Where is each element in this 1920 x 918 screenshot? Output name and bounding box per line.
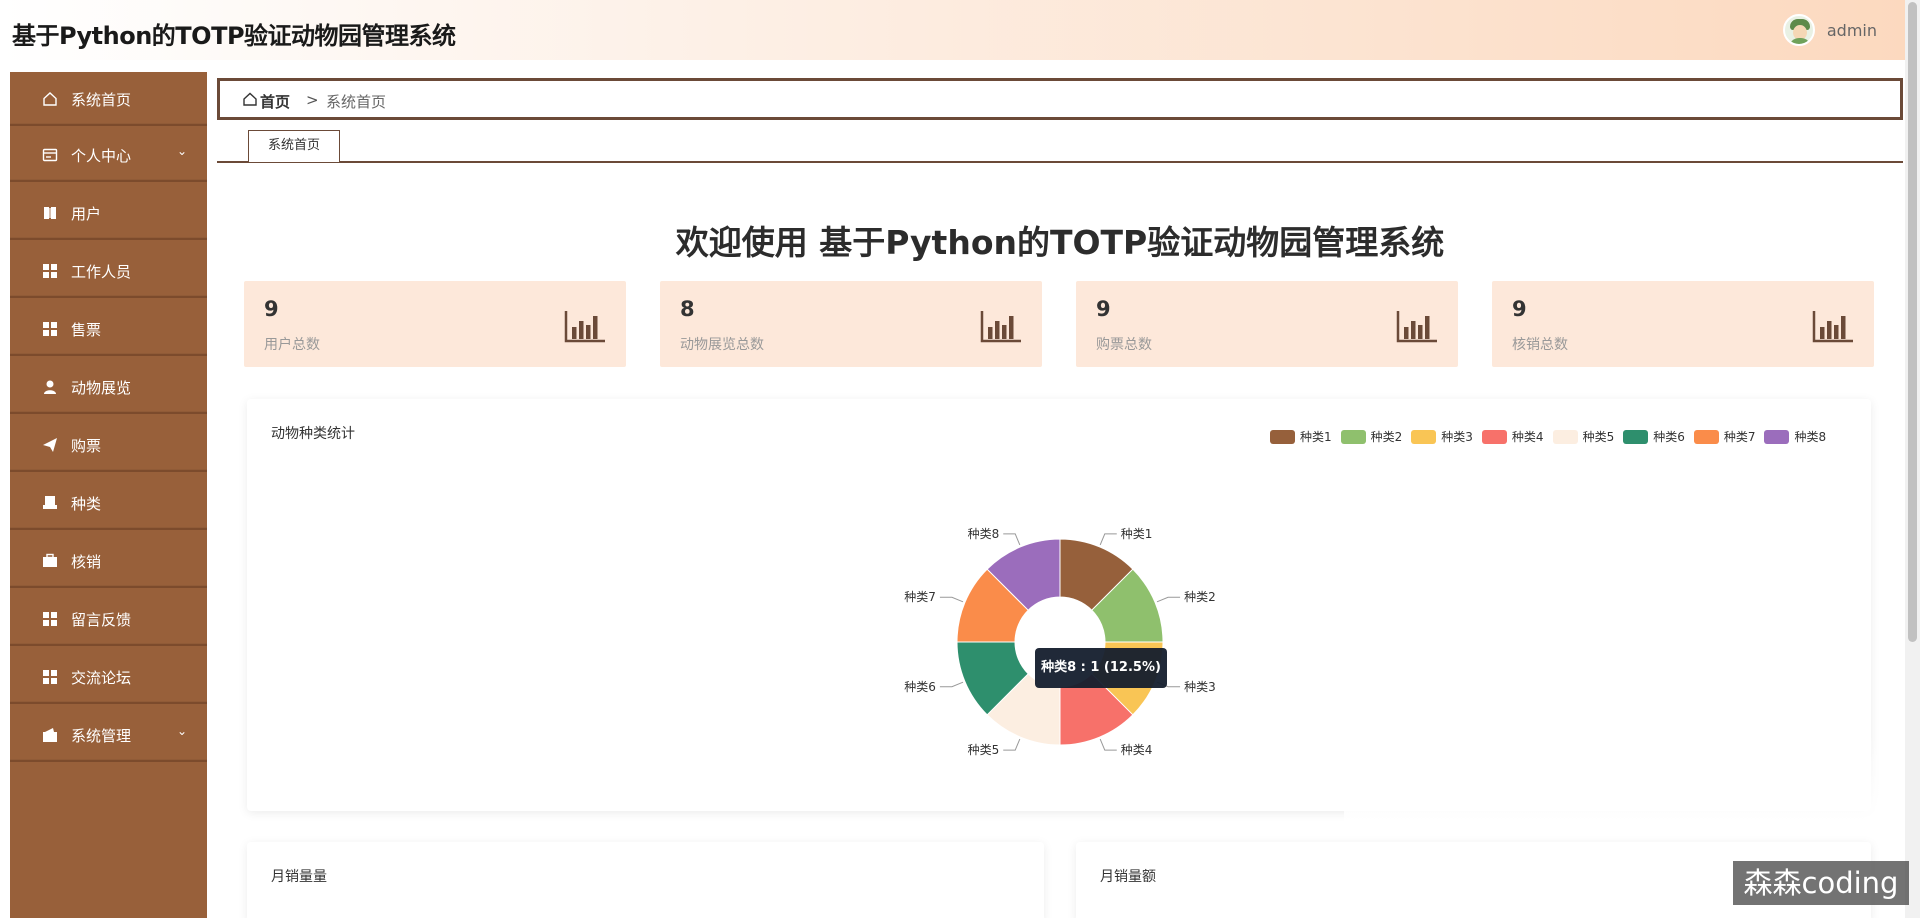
sidebar-item-label: 售票 (71, 321, 102, 339)
card-title: 月销量额 (1100, 869, 1156, 885)
sidebar-item-label: 系统首页 (71, 91, 132, 109)
sidebar-item-user[interactable]: 用户 (10, 186, 207, 240)
app-title: 基于Python的TOTP验证动物园管理系统 (12, 22, 456, 50)
label-leader-line (939, 681, 964, 688)
slice-label: 种类6 (904, 680, 936, 694)
sidebar-item-home[interactable]: 系统首页 (10, 72, 207, 126)
sidebar-item-label: 交流论坛 (71, 669, 132, 687)
slice-label: 种类2 (1184, 590, 1216, 604)
stat-label: 用户总数 (264, 337, 320, 353)
grid-icon (43, 670, 57, 684)
tab-home[interactable]: 系统首页 (248, 130, 340, 162)
person-icon (44, 380, 56, 394)
chevron-down-icon[interactable]: ⌄ (177, 144, 187, 158)
sidebar-item-label: 购票 (71, 437, 102, 455)
scrollbar-thumb[interactable] (1908, 2, 1917, 642)
stat-card-exhibitions: 8 动物展览总数 (660, 281, 1042, 367)
slice-label: 种类7 (904, 590, 936, 604)
sidebar-item-label: 动物展览 (71, 379, 132, 397)
vertical-scrollbar[interactable] (1905, 0, 1920, 918)
stat-value: 9 (264, 297, 279, 321)
bar-chart-icon (980, 311, 1021, 343)
label-leader-line (1003, 533, 1021, 546)
grid-icon (43, 322, 57, 336)
tabs-underline (217, 161, 1903, 163)
home-icon (43, 92, 57, 106)
sidebar-item-personal-center[interactable]: 个人中心 ⌄ (10, 128, 207, 182)
wallet-icon (43, 728, 57, 742)
app-header: 基于Python的TOTP验证动物园管理系统 admin (0, 0, 1905, 60)
sidebar-item-ticket-sales[interactable]: 售票 (10, 302, 207, 356)
breadcrumb-current: 系统首页 (326, 93, 387, 111)
breadcrumb-separator: > (306, 91, 319, 109)
sidebar-item-forum[interactable]: 交流论坛 (10, 650, 207, 704)
bar-chart-icon (1396, 311, 1437, 343)
slice-label: 种类4 (1121, 743, 1153, 757)
printer-icon (43, 496, 57, 509)
slice-label: 种类8 (968, 527, 1000, 541)
sidebar-item-label: 工作人员 (71, 263, 132, 281)
chevron-down-icon[interactable]: ⌄ (177, 724, 187, 738)
avatar[interactable] (1782, 14, 1815, 46)
stat-label: 动物展览总数 (680, 337, 764, 353)
grid-icon (43, 264, 57, 278)
sidebar-item-label: 留言反馈 (71, 611, 132, 629)
briefcase-icon (43, 553, 57, 567)
stat-card-verifications: 9 核销总数 (1492, 281, 1874, 367)
label-leader-line (1003, 738, 1021, 751)
welcome-heading: 欢迎使用 基于Python的TOTP验证动物园管理系统 (675, 223, 1445, 262)
chart-tooltip: 种类8 : 1 (12.5%) (1035, 648, 1167, 688)
label-leader-line (1156, 596, 1181, 603)
stat-card-users: 9 用户总数 (244, 281, 626, 367)
slice-label: 种类3 (1184, 680, 1216, 694)
bar-chart-icon (564, 311, 605, 343)
label-leader-line (939, 596, 964, 603)
sidebar-item-label: 种类 (71, 495, 102, 513)
label-leader-line (1099, 533, 1117, 546)
id-card-icon (42, 148, 58, 162)
sidebar-item-label: 核销 (71, 553, 102, 571)
home-icon[interactable] (242, 91, 258, 107)
stat-label: 购票总数 (1096, 337, 1152, 353)
slice-label: 种类1 (1121, 527, 1153, 541)
monthly-sales-volume-card: 月销量量 (247, 842, 1044, 918)
sidebar-item-label: 个人中心 (71, 147, 132, 165)
stat-label: 核销总数 (1512, 337, 1568, 353)
book-icon (44, 207, 56, 219)
sidebar-item-ticket-purchase[interactable]: 购票 (10, 418, 207, 472)
grid-icon (43, 612, 57, 626)
slice-label: 种类5 (968, 743, 1000, 757)
sidebar-item-label: 用户 (71, 205, 102, 223)
watermark: 森森coding (1733, 861, 1909, 905)
label-leader-line (1099, 738, 1117, 751)
sidebar-item-staff[interactable]: 工作人员 (10, 244, 207, 298)
sidebar-item-category[interactable]: 种类 (10, 476, 207, 530)
sidebar-item-verification[interactable]: 核销 (10, 534, 207, 588)
stat-value: 8 (680, 297, 695, 321)
card-title: 月销量量 (271, 869, 327, 885)
breadcrumb-home-link[interactable]: 首页 (260, 91, 290, 112)
stat-card-purchases: 9 购票总数 (1076, 281, 1458, 367)
sidebar-item-system-management[interactable]: 系统管理 ⌄ (10, 708, 207, 762)
sidebar-item-label: 系统管理 (71, 727, 132, 745)
bar-chart-icon (1812, 311, 1853, 343)
sidebar-item-feedback[interactable]: 留言反馈 (10, 592, 207, 646)
paper-plane-icon (43, 438, 57, 452)
sidebar-item-animal-exhibition[interactable]: 动物展览 (10, 360, 207, 414)
stat-value: 9 (1096, 297, 1111, 321)
stat-value: 9 (1512, 297, 1527, 321)
sidebar: 系统首页 个人中心 ⌄ 用户 工作人员 售票 动物展览 购票 种类 核销 留言反… (10, 72, 207, 918)
breadcrumb: 首页 > 系统首页 (217, 78, 1903, 120)
user-menu[interactable]: admin (1782, 14, 1877, 46)
user-name[interactable]: admin (1827, 21, 1877, 40)
